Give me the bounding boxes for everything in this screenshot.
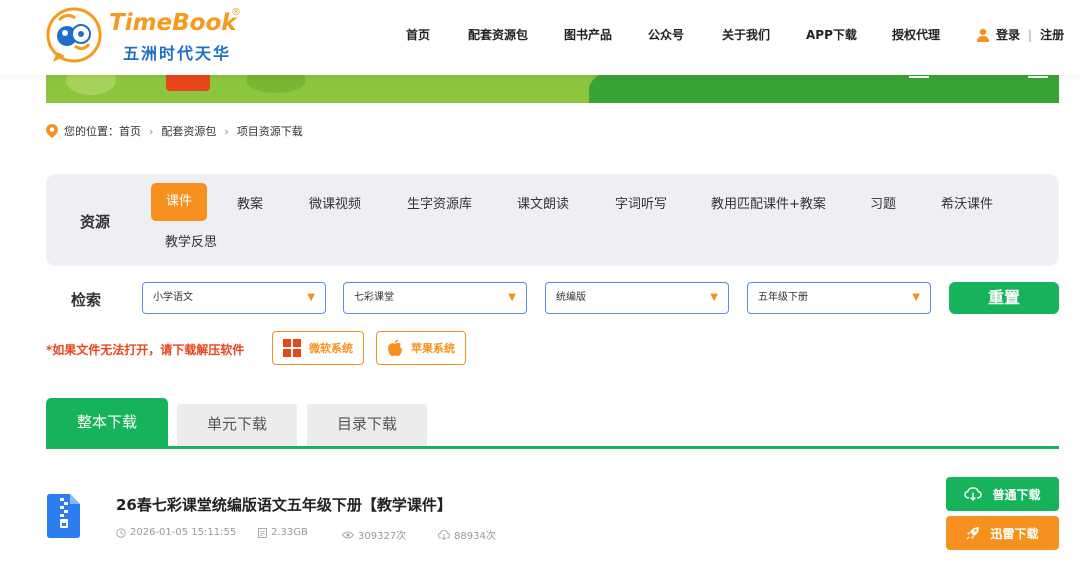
breadcrumb: 您的位置： 首页 › 配套资源包 › 项目资源下载 bbox=[46, 123, 303, 139]
logo-text-cn: 五洲时代天华 bbox=[123, 44, 232, 63]
nav-home[interactable]: 首页 bbox=[406, 26, 430, 43]
banner-leaf bbox=[66, 75, 116, 95]
rocket-icon bbox=[967, 527, 980, 540]
user-icon bbox=[977, 28, 989, 42]
cloud-download-icon bbox=[438, 529, 450, 540]
nav-resource-packs[interactable]: 配套资源包 bbox=[468, 26, 528, 43]
resource-views: 309327次 bbox=[342, 527, 406, 542]
dropdown-arrow-icon: ▼ bbox=[710, 292, 718, 303]
nav-app-download[interactable]: APP下载 bbox=[806, 26, 857, 43]
tab-catalog-download[interactable]: 目录下载 bbox=[307, 404, 427, 448]
resource-downloads-value: 88934次 bbox=[454, 531, 496, 542]
series-select-value: 七彩课堂 bbox=[354, 292, 394, 303]
file-size-icon bbox=[258, 527, 267, 538]
tab-underline bbox=[46, 446, 1059, 449]
dropdown-arrow-icon: ▼ bbox=[508, 292, 516, 303]
grade-select-value: 五年级下册 bbox=[758, 292, 808, 303]
nav-about[interactable]: 关于我们 bbox=[722, 26, 770, 43]
apple-download-button[interactable]: 苹果系统 bbox=[376, 331, 466, 365]
breadcrumb-home[interactable]: 首页 bbox=[119, 123, 141, 139]
edition-select-value: 统编版 bbox=[556, 292, 586, 303]
banner bbox=[46, 75, 1059, 103]
banner-leaf bbox=[246, 75, 306, 93]
unzip-tip: *如果文件无法打开，请下载解压软件 bbox=[46, 343, 245, 357]
logo-registered-mark: ® bbox=[231, 7, 241, 18]
resource-date-value: 2026-01-05 15:11:55 bbox=[130, 527, 237, 538]
breadcrumb-prefix: 您的位置： bbox=[64, 125, 119, 138]
banner-corner-mark bbox=[1028, 76, 1048, 78]
cloud-download-icon bbox=[964, 487, 983, 501]
apple-download-label: 苹果系统 bbox=[411, 342, 455, 355]
resource-tab-text-reading[interactable]: 课文朗读 bbox=[517, 193, 569, 212]
clock-icon bbox=[116, 527, 126, 538]
nav-official-account[interactable]: 公众号 bbox=[648, 26, 684, 43]
subject-select-value: 小学语文 bbox=[153, 292, 193, 303]
login-link[interactable]: 登录 bbox=[996, 26, 1020, 43]
zip-file-icon bbox=[47, 494, 80, 538]
resource-title[interactable]: 26春七彩课堂统编版语文五年级下册【教学课件】 bbox=[116, 494, 452, 515]
resource-tab-micro-video[interactable]: 微课视频 bbox=[309, 193, 361, 212]
resource-filter-panel: 资源 课件 教案 微课视频 生字资源库 课文朗读 字词听写 教用匹配课件+教案 … bbox=[46, 174, 1059, 266]
resource-tab-teaching-reflection[interactable]: 教学反思 bbox=[165, 231, 217, 250]
windows-download-label: 微软系统 bbox=[309, 342, 353, 355]
nav-books[interactable]: 图书产品 bbox=[564, 26, 612, 43]
dropdown-arrow-icon: ▼ bbox=[912, 292, 920, 303]
resource-size: 2.33GB bbox=[258, 527, 308, 538]
windows-download-button[interactable]: 微软系统 bbox=[272, 331, 364, 365]
resource-tab-exercises[interactable]: 习题 bbox=[870, 193, 896, 212]
resource-tab-dictation[interactable]: 字词听写 bbox=[615, 193, 667, 212]
apple-icon bbox=[388, 339, 402, 357]
resource-downloads: 88934次 bbox=[438, 527, 496, 542]
thunder-download-label: 迅雷下载 bbox=[990, 526, 1039, 541]
banner-corner-mark bbox=[909, 76, 929, 78]
logo[interactable]: TimeBook ® 五洲时代天华 bbox=[45, 4, 245, 66]
resource-tab-character-library[interactable]: 生字资源库 bbox=[407, 193, 472, 212]
grade-select[interactable]: 五年级下册 ▼ bbox=[747, 282, 931, 314]
register-link[interactable]: 注册 bbox=[1040, 26, 1064, 43]
chevron-right-icon: › bbox=[224, 124, 229, 138]
resource-tab-matched-courseware[interactable]: 教用匹配课件+教案 bbox=[711, 193, 826, 212]
dropdown-arrow-icon: ▼ bbox=[307, 292, 315, 303]
subject-select[interactable]: 小学语文 ▼ bbox=[142, 282, 326, 314]
auth-links: 登录 | 注册 bbox=[976, 26, 1064, 43]
tab-whole-book-download[interactable]: 整本下载 bbox=[46, 398, 168, 448]
banner-figure bbox=[166, 75, 210, 91]
resource-views-value: 309327次 bbox=[358, 531, 407, 542]
resource-tab-seewo-courseware[interactable]: 希沃课件 bbox=[941, 193, 993, 212]
resource-label: 资源 bbox=[80, 213, 111, 231]
breadcrumb-current: 项目资源下载 bbox=[236, 125, 303, 138]
resource-date: 2026-01-05 15:11:55 bbox=[116, 527, 236, 538]
chevron-right-icon: › bbox=[149, 124, 154, 138]
reset-button[interactable]: 重置 bbox=[949, 282, 1059, 314]
banner-dark-shape bbox=[589, 75, 1059, 103]
windows-icon bbox=[283, 339, 301, 357]
location-pin-icon bbox=[46, 124, 58, 138]
thunder-download-button[interactable]: 迅雷下载 bbox=[946, 516, 1059, 550]
edition-select[interactable]: 统编版 ▼ bbox=[545, 282, 729, 314]
normal-download-label: 普通下载 bbox=[992, 487, 1041, 502]
site-header: TimeBook ® 五洲时代天华 首页 配套资源包 图书产品 公众号 关于我们… bbox=[0, 0, 1080, 75]
eye-icon bbox=[342, 531, 354, 538]
resource-tab-courseware[interactable]: 课件 bbox=[151, 183, 208, 221]
auth-divider: | bbox=[1028, 27, 1033, 42]
search-label: 检索 bbox=[71, 291, 102, 309]
tab-unit-download[interactable]: 单元下载 bbox=[177, 404, 297, 448]
resource-tab-lesson-plan[interactable]: 教案 bbox=[237, 193, 263, 212]
logo-mascot-icon bbox=[46, 7, 102, 63]
breadcrumb-resource-packs[interactable]: 配套资源包 bbox=[161, 123, 216, 139]
normal-download-button[interactable]: 普通下载 bbox=[946, 477, 1059, 511]
series-select[interactable]: 七彩课堂 ▼ bbox=[343, 282, 527, 314]
logo-text-en: TimeBook bbox=[109, 10, 237, 36]
resource-size-value: 2.33GB bbox=[271, 527, 308, 538]
nav-agency[interactable]: 授权代理 bbox=[892, 26, 940, 43]
